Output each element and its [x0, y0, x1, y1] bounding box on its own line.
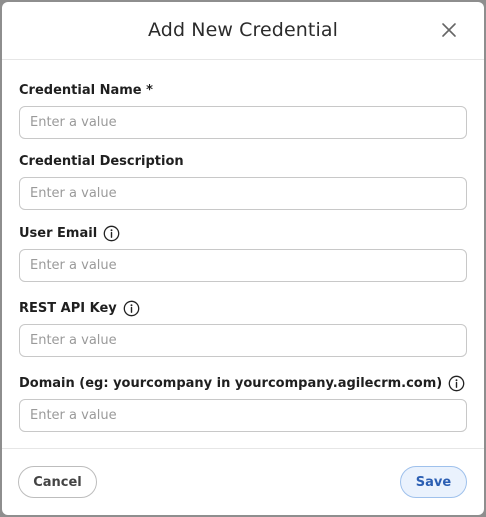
- field-credential-description: Credential Description: [19, 152, 467, 210]
- user-email-input[interactable]: [19, 249, 467, 282]
- dialog-body: Credential Name * Credential Description…: [2, 60, 484, 448]
- info-icon[interactable]: [123, 300, 140, 317]
- credential-description-label: Credential Description: [19, 153, 184, 169]
- field-rest-api-key: REST API Key: [19, 299, 467, 357]
- field-domain: Domain (eg: yourcompany in yourcompany.a…: [19, 374, 467, 432]
- save-button[interactable]: Save: [400, 466, 467, 498]
- close-icon: [442, 23, 456, 37]
- info-icon[interactable]: [103, 225, 120, 242]
- dialog-header: Add New Credential: [2, 2, 484, 60]
- domain-label: Domain (eg: yourcompany in yourcompany.a…: [19, 375, 443, 391]
- cancel-button[interactable]: Cancel: [18, 466, 97, 498]
- field-user-email: User Email: [19, 224, 467, 282]
- dialog-footer: Cancel Save: [2, 448, 484, 515]
- close-button[interactable]: [440, 21, 458, 39]
- dialog-title: Add New Credential: [148, 19, 338, 41]
- user-email-label: User Email: [19, 225, 98, 241]
- info-icon[interactable]: [448, 375, 465, 392]
- credential-name-input[interactable]: [19, 106, 467, 139]
- field-credential-name: Credential Name *: [19, 81, 467, 139]
- rest-api-key-label: REST API Key: [19, 300, 117, 316]
- rest-api-key-input[interactable]: [19, 324, 467, 357]
- domain-input[interactable]: [19, 399, 467, 432]
- credential-name-label: Credential Name *: [19, 82, 153, 98]
- credential-description-input[interactable]: [19, 177, 467, 210]
- add-credential-dialog: Add New Credential Credential Name * Cre…: [2, 2, 484, 515]
